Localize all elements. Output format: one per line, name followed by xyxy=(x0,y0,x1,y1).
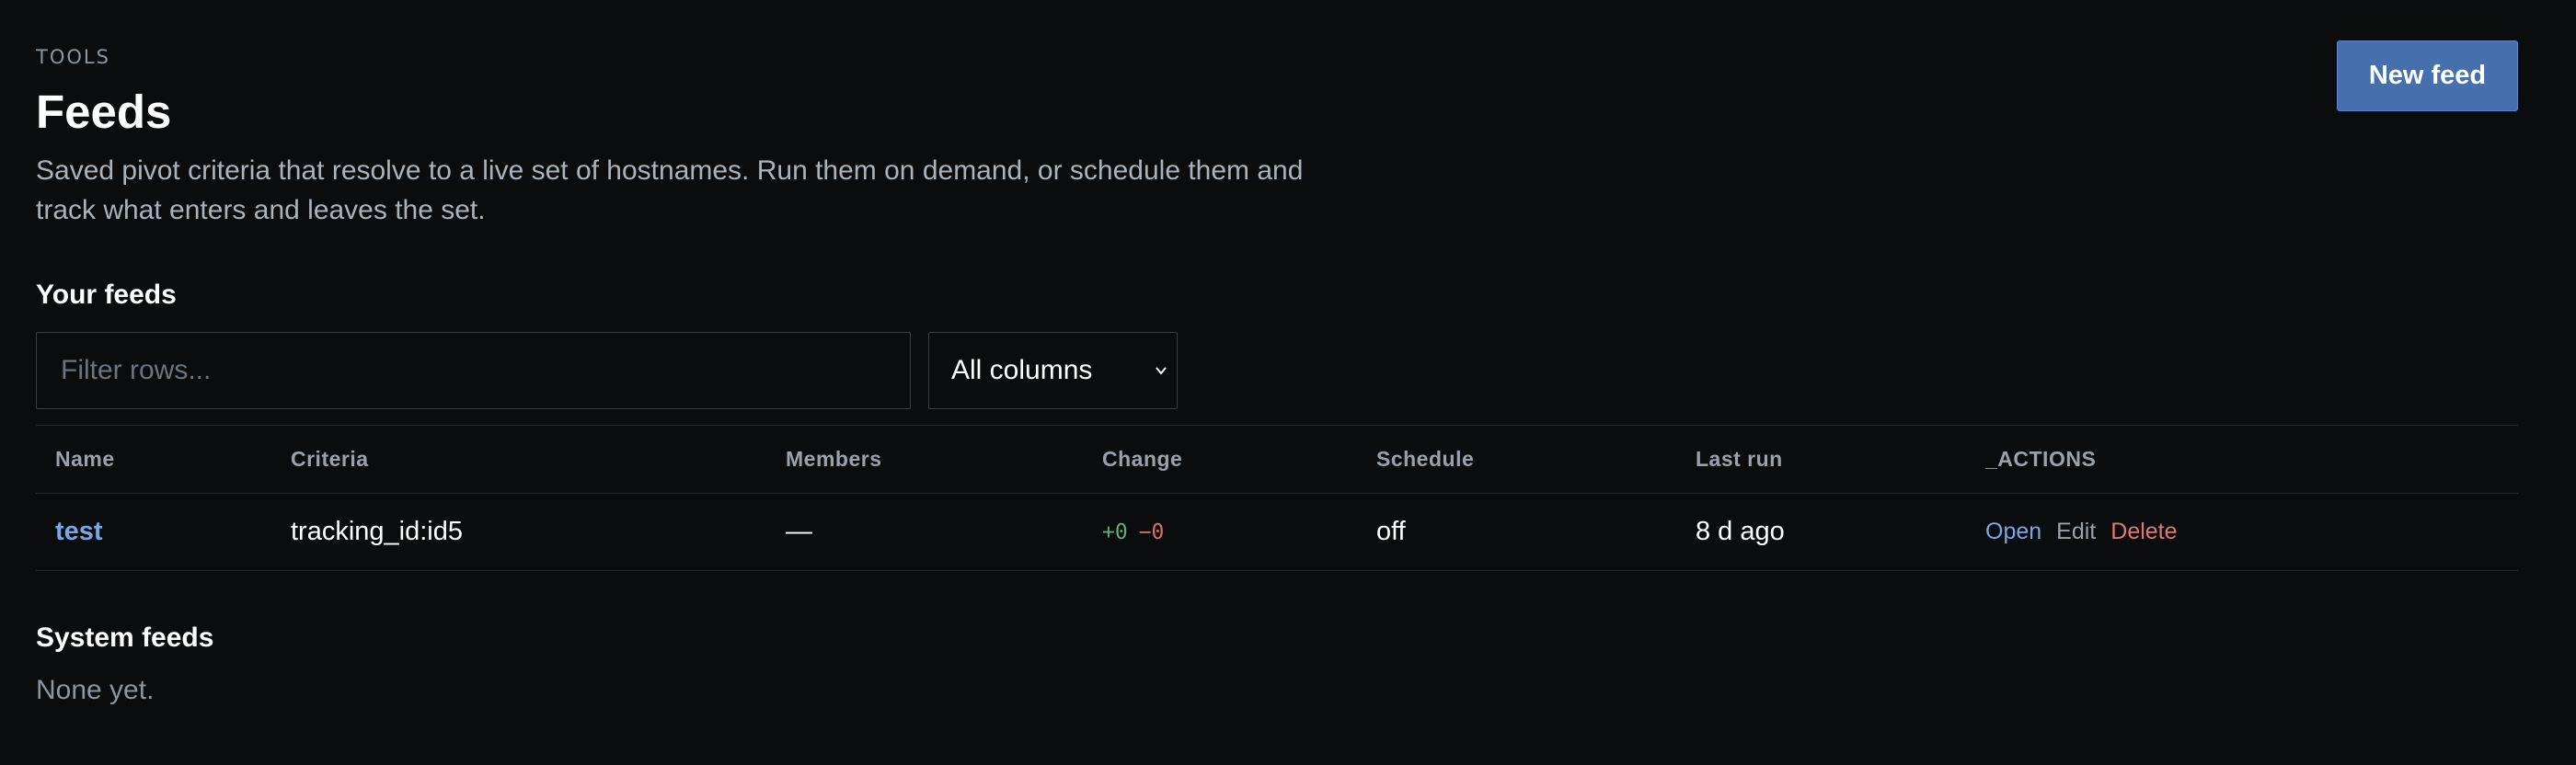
column-header-members[interactable]: Members xyxy=(786,426,881,493)
delete-feed-link[interactable]: Delete xyxy=(2110,519,2177,545)
feed-members: — xyxy=(786,517,812,546)
feed-criteria: tracking_id:id5 xyxy=(291,517,463,546)
column-header-criteria[interactable]: Criteria xyxy=(291,426,369,493)
system-feeds-heading: System feeds xyxy=(36,622,214,653)
page-title: Feeds xyxy=(36,86,172,138)
your-feeds-heading: Your feeds xyxy=(36,280,177,310)
table-row: test tracking_id:id5 — +0 −0 off 8 d ago… xyxy=(36,494,2518,571)
chevron-down-icon xyxy=(1156,367,1167,375)
feeds-table: Name Criteria Members Change Schedule La… xyxy=(36,425,2518,571)
column-header-last-run[interactable]: Last run xyxy=(1696,426,1783,493)
feed-actions: Open Edit Delete xyxy=(1985,494,2192,570)
feed-change: +0 −0 xyxy=(1102,494,1164,570)
open-feed-link[interactable]: Open xyxy=(1985,519,2041,545)
column-header-schedule[interactable]: Schedule xyxy=(1376,426,1474,493)
edit-feed-link[interactable]: Edit xyxy=(2056,519,2096,545)
feeds-page: TOOLS Feeds Saved pivot criteria that re… xyxy=(0,0,2576,765)
column-filter-select[interactable]: All columns xyxy=(928,332,1178,409)
system-feeds-empty: None yet. xyxy=(36,675,155,705)
section-eyebrow: TOOLS xyxy=(36,46,110,68)
change-removed: −0 xyxy=(1138,520,1165,544)
filter-rows-input[interactable] xyxy=(36,332,911,409)
page-description: Saved pivot criteria that resolve to a l… xyxy=(36,155,1304,225)
feed-name-link[interactable]: test xyxy=(55,517,103,547)
feed-last-run: 8 d ago xyxy=(1696,517,1785,546)
table-header-row: Name Criteria Members Change Schedule La… xyxy=(36,425,2518,494)
change-added: +0 xyxy=(1102,520,1128,544)
feed-schedule: off xyxy=(1376,517,1406,546)
new-feed-button[interactable]: New feed xyxy=(2337,40,2518,111)
column-header-change[interactable]: Change xyxy=(1102,426,1182,493)
column-header-actions: _ACTIONS xyxy=(1985,447,2097,471)
column-filter-value: All columns xyxy=(951,355,1093,385)
column-header-name[interactable]: Name xyxy=(55,426,115,493)
